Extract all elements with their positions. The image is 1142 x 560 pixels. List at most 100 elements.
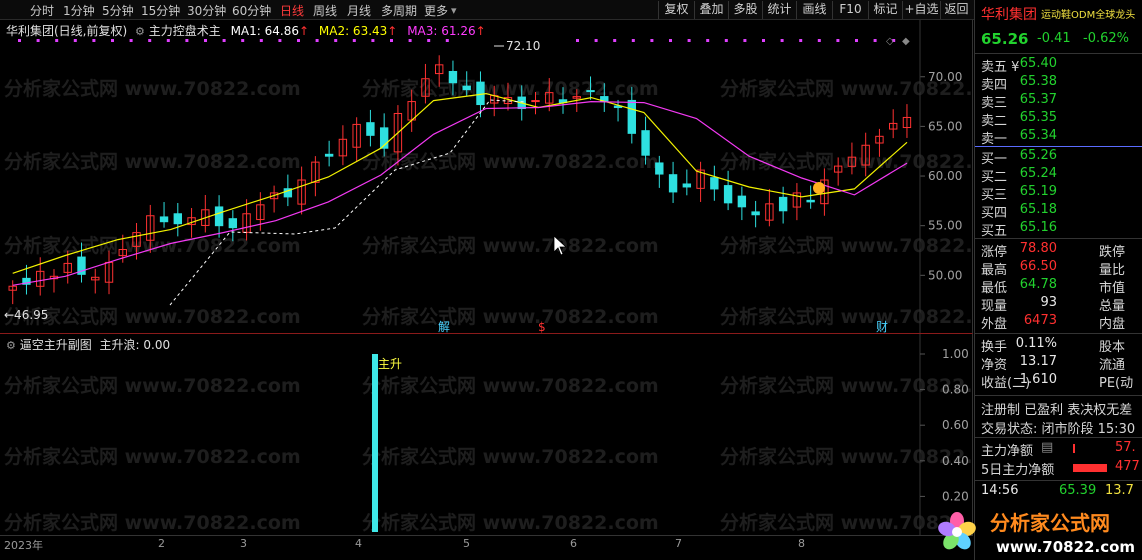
y-tick-label: 60.00 bbox=[928, 169, 962, 183]
event-dollar-icon: $ bbox=[538, 320, 546, 333]
candle-body bbox=[778, 196, 788, 212]
candle-body bbox=[448, 70, 458, 84]
watermark-text: 分析家公式网 www.70822.com bbox=[362, 234, 659, 257]
date-tick: 3 bbox=[240, 537, 247, 550]
candle-body bbox=[806, 199, 815, 203]
period-daily[interactable]: 日线 bbox=[280, 2, 304, 19]
button-fuquan[interactable]: 复权 bbox=[658, 1, 694, 19]
logo-text: 分析家公式网 bbox=[990, 511, 1110, 535]
chevron-down-icon[interactable]: ▾ bbox=[451, 4, 457, 17]
signal-dot bbox=[594, 39, 598, 42]
signal-dot bbox=[297, 39, 300, 42]
button-biaoji[interactable]: 标记 bbox=[868, 1, 902, 19]
zhusheng-label: 主升 bbox=[378, 357, 402, 371]
signal-dot bbox=[743, 39, 747, 42]
period-60min[interactable]: 60分钟 bbox=[232, 2, 271, 19]
stat-row: 现量 93 总量 bbox=[981, 295, 1126, 314]
period-monthly[interactable]: 月线 bbox=[347, 2, 371, 19]
candle-body bbox=[682, 183, 692, 188]
signal-dot bbox=[18, 39, 21, 42]
signal-dot bbox=[73, 39, 77, 42]
stat-row: 换手 0.11% 股本 bbox=[981, 336, 1126, 355]
watermark-text: 分析家公式网 www.70822.com bbox=[720, 234, 973, 257]
y-tick-label: 0.60 bbox=[942, 418, 969, 432]
button-f10[interactable]: F10 bbox=[832, 1, 868, 19]
period-15min[interactable]: 15分钟 bbox=[141, 2, 180, 19]
fund-flow5-row: 5日主力净额 477 bbox=[981, 459, 1140, 478]
button-back[interactable]: 返回 bbox=[940, 1, 972, 19]
candle-body bbox=[476, 81, 485, 106]
price-row: 65.26 -0.41 -0.62% bbox=[975, 30, 1142, 50]
watermark-text: 分析家公式网 www.70822.com bbox=[4, 374, 301, 397]
candle-body bbox=[366, 122, 375, 136]
y-tick-label: 55.00 bbox=[928, 219, 962, 233]
button-add-watchlist[interactable]: +自选 bbox=[902, 1, 940, 19]
button-duogu[interactable]: 多股 bbox=[728, 1, 762, 19]
signal-dot bbox=[390, 39, 393, 42]
period-fenshi[interactable]: 分时 bbox=[30, 2, 54, 19]
period-30min[interactable]: 30分钟 bbox=[187, 2, 226, 19]
signal-dot bbox=[185, 39, 189, 42]
period-weekly[interactable]: 周线 bbox=[313, 2, 337, 19]
signal-dot bbox=[259, 39, 263, 42]
fund-flow-row[interactable]: 主力净额 ▤ 57. bbox=[975, 440, 1142, 459]
candle-body bbox=[462, 85, 471, 91]
signal-dot bbox=[111, 39, 114, 42]
watermark-text: 分析家公式网 www.70822.com bbox=[362, 511, 659, 534]
info-icon[interactable]: ▤ bbox=[1041, 440, 1053, 455]
signal-dot bbox=[780, 39, 784, 42]
period-1min[interactable]: 1分钟 bbox=[63, 2, 95, 19]
watermark-text: 分析家公式网 www.70822.com bbox=[362, 445, 659, 468]
signal-dot bbox=[817, 39, 821, 42]
signal-dot bbox=[222, 39, 226, 42]
signal-dot bbox=[92, 39, 96, 42]
y-tick-label: 0.40 bbox=[942, 454, 969, 468]
watermark-text: 分析家公式网 www.70822.com bbox=[4, 150, 301, 173]
button-diejia[interactable]: 叠加 bbox=[694, 1, 728, 19]
signal-dot bbox=[706, 39, 710, 42]
signal-dot bbox=[445, 39, 449, 42]
candlestick-chart[interactable]: 分析家公式网 www.70822.com 分析家公式网 www.70822.com… bbox=[0, 20, 973, 333]
svg-text:www.70822.com: www.70822.com bbox=[996, 538, 1135, 556]
bid-row: 买一 65.26 bbox=[981, 148, 1057, 167]
y-tick-label: 0.80 bbox=[942, 383, 969, 397]
date-tick: 2023年 bbox=[4, 539, 43, 552]
main-chart-panel[interactable]: 华利集团(日线,前复权) ⚙ 主力控盘术主 MA1: 64.86↑ MA2: 6… bbox=[0, 20, 973, 333]
date-tick: 7 bbox=[675, 537, 682, 550]
signal-dot bbox=[669, 39, 672, 42]
sub-bar-chart[interactable]: 分析家公式网 www.70822.com 分析家公式网 www.70822.com… bbox=[0, 334, 973, 536]
bid-row: 买四 65.18 bbox=[981, 202, 1057, 221]
ask-row: 卖一 65.34 bbox=[981, 128, 1057, 147]
price-change: -0.41 bbox=[1037, 31, 1071, 46]
quote-panel: 华利集团 运动鞋ODM全球龙头 65.26 -0.41 -0.62% 卖五 ¥6… bbox=[974, 0, 1142, 560]
bid-row: 买二 65.24 bbox=[981, 166, 1057, 185]
watermark-text: 分析家公式网 www.70822.com bbox=[4, 305, 301, 328]
date-tick: 6 bbox=[570, 537, 577, 550]
date-tick: 8 bbox=[798, 537, 805, 550]
button-huaxian[interactable]: 画线 bbox=[796, 1, 832, 19]
signal-dot bbox=[762, 39, 765, 42]
period-5min[interactable]: 5分钟 bbox=[102, 2, 134, 19]
date-axis: 2023年 2 3 4 5 6 7 8 bbox=[0, 535, 973, 560]
ask-row: 卖三 65.37 bbox=[981, 92, 1057, 111]
button-tongji[interactable]: 统计 bbox=[762, 1, 796, 19]
sub-chart-panel[interactable]: ⚙ 逼空主升副图 主升浪: 0.00 分析家公式网 www.70822.com 分… bbox=[0, 333, 973, 536]
ma-line-ma3 bbox=[12, 100, 908, 286]
stat-row: 最高 66.50 量比 bbox=[981, 259, 1126, 278]
low-label: ←46.95 bbox=[4, 308, 48, 322]
watermark-text: 分析家公式网 www.70822.com bbox=[362, 77, 659, 100]
bid-row: 买五 65.16 bbox=[981, 220, 1057, 239]
event-cai-icon: 财 bbox=[876, 320, 888, 333]
signal-dot bbox=[650, 39, 654, 42]
stat-row: 收益(二) 1.610 PE(动 bbox=[981, 372, 1134, 391]
period-more[interactable]: 更多 bbox=[424, 2, 448, 19]
watermark-text: 分析家公式网 www.70822.com bbox=[720, 445, 973, 468]
stock-header: 华利集团 运动鞋ODM全球龙头 bbox=[975, 4, 1142, 24]
signal-dot bbox=[278, 39, 282, 42]
period-multi[interactable]: 多周期 bbox=[381, 2, 417, 19]
toolbar: 分时 1分钟 5分钟 15分钟 30分钟 60分钟 日线 周线 月线 多周期 更… bbox=[0, 0, 1142, 20]
stock-name: 华利集团 bbox=[981, 7, 1037, 23]
candle-body bbox=[173, 213, 182, 225]
signal-dot bbox=[613, 39, 617, 42]
candle-body bbox=[586, 90, 595, 93]
